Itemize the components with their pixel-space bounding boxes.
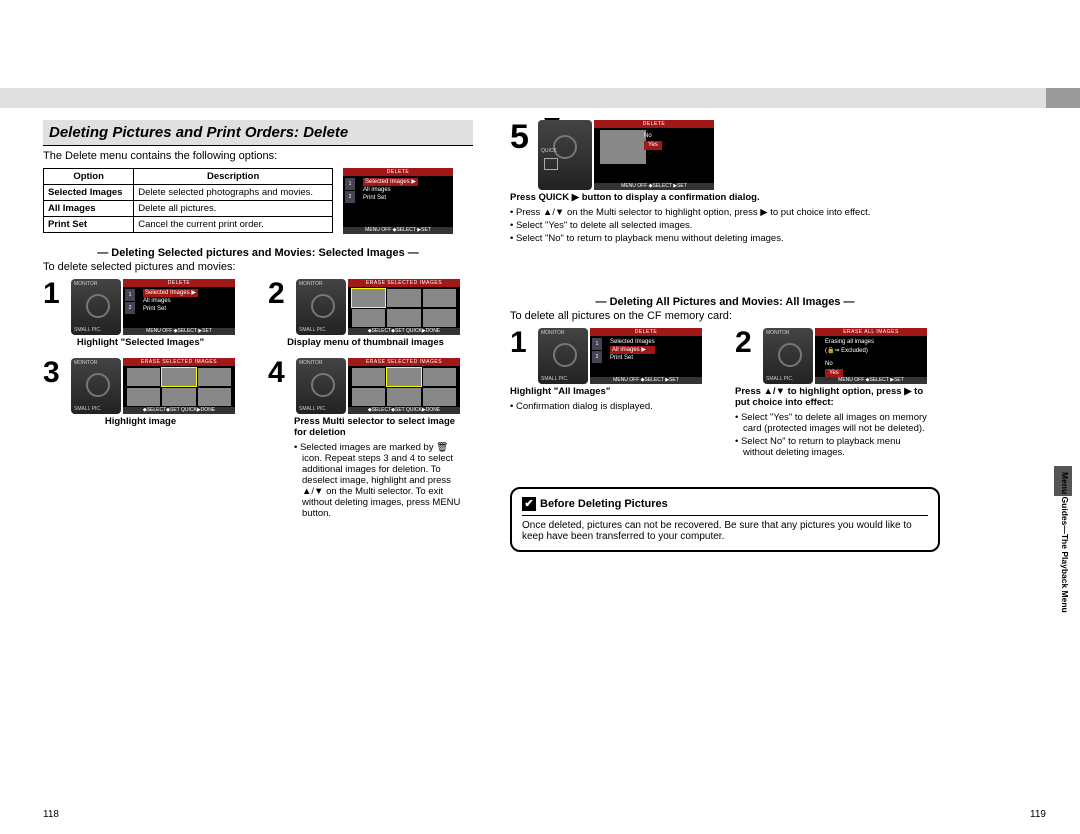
opt-print-desc: Cancel the current print order. (134, 217, 333, 233)
play-icon (544, 158, 558, 170)
all-step-num-2: 2 (735, 328, 759, 358)
menu-print: Print Set (363, 194, 418, 202)
info-title: Before Deleting Pictures (540, 498, 668, 510)
step-num-4: 4 (268, 358, 292, 388)
camera-back-icon: MONITORSMALL PIC. (71, 358, 121, 414)
opt-selected-desc: Delete selected photographs and movies. (134, 185, 333, 201)
info-body: Once deleted, pictures can not be recove… (522, 520, 928, 542)
col-option: Option (44, 169, 134, 185)
lcd-all1: DELETE 12 Selected Images All images ▶ P… (590, 328, 702, 384)
caption-5: Press QUICK ▶ button to display a confir… (510, 192, 940, 203)
menu-sel: Selected Images ▶ (363, 178, 418, 186)
all-note-2a: Select "Yes" to delete all images on mem… (735, 412, 930, 434)
camera-back-icon: MONITORSMALL PIC. (538, 328, 588, 384)
step-num-5: 5 (510, 120, 534, 154)
page-number-left: 118 (43, 809, 59, 820)
opt-all: All Images (44, 201, 134, 217)
lcd-step4: ERASE SELECTED IMAGES ◆SELECT◆SET QUICK▶… (348, 358, 460, 414)
all-intro: To delete all pictures on the CF memory … (510, 310, 940, 322)
check-icon: ✔ (522, 497, 536, 511)
header-bar-end (1046, 88, 1080, 108)
step-2: 2 MONITORSMALL PIC. ERASE SELECTED IMAGE… (268, 279, 463, 348)
camera-back-icon: MONITORSMALL PIC. (763, 328, 813, 384)
lcd-step2: ERASE SELECTED IMAGES ◆SELECT◆SET QUICK▶… (348, 279, 460, 335)
step-num-3: 3 (43, 358, 67, 388)
all-caption-1: Highlight "All Images" (510, 386, 705, 397)
caption-2: Display menu of thumbnail images (268, 337, 463, 348)
camera-back-icon: MONITORSMALL PIC. (296, 279, 346, 335)
lcd-step1: DELETE 12 Selected Images ▶ All images P… (123, 279, 235, 335)
lcd-step5: DELETE No Yes MENU OFF ◆SELECT ▶SET (594, 120, 714, 190)
step-4: 4 MONITORSMALL PIC. ERASE SELECTED IMAGE… (268, 358, 463, 531)
step5-note3: Select "No" to return to playback menu w… (510, 233, 940, 244)
step-3: 3 MONITORSMALL PIC. ERASE SELECTED IMAGE… (43, 358, 238, 531)
col-desc: Description (134, 169, 333, 185)
page-left: Deleting Pictures and Print Orders: Dele… (43, 120, 473, 531)
all-note-2b: Select No" to return to playback menu wi… (735, 436, 930, 458)
opt-all-desc: Delete all pictures. (134, 201, 333, 217)
lcd-all2: ERASE ALL IMAGES Erasing all images (🔒⇒ … (815, 328, 927, 384)
selected-intro: To delete selected pictures and movies: (43, 261, 473, 273)
all-note-1: Confirmation dialog is displayed. (510, 401, 705, 412)
camera-back-icon: MONITORSMALL PIC. (296, 358, 346, 414)
step-5: 5 QUICK DELETE No Yes MENU OFF ◆SELECT ▶… (510, 120, 940, 256)
caption-4: Press Multi selector to select image for… (268, 416, 463, 438)
step5-note2: Select "Yes" to delete all selected imag… (510, 220, 940, 231)
selected-header: — Deleting Selected pictures and Movies:… (43, 247, 473, 259)
steps-selected: 1 MONITORSMALL PIC. DELETE 12 Selected I… (43, 279, 473, 531)
lcd-intro: DELETE 12 Selected Images ▶ All images P… (343, 168, 453, 234)
opt-print: Print Set (44, 217, 134, 233)
caption-3: Highlight image (43, 416, 238, 427)
info-box: ✔ Before Deleting Pictures Once deleted,… (510, 487, 940, 552)
side-tab-text: Menu Guides—The Playback Menu (1060, 472, 1070, 613)
lcd-step3: ERASE SELECTED IMAGES ◆SELECT◆SET QUICK▶… (123, 358, 235, 414)
intro-text: The Delete menu contains the following o… (43, 150, 473, 162)
lcd-title: DELETE (343, 168, 453, 176)
all-caption-2: Press ▲/▼ to highlight option, press ▶ t… (735, 386, 930, 408)
options-table: Option Description Selected Images Delet… (43, 168, 333, 233)
header-bar (0, 88, 1046, 108)
camera-back-icon: MONITORSMALL PIC. (71, 279, 121, 335)
all-header: — Deleting All Pictures and Movies: All … (510, 296, 940, 308)
step-num-1: 1 (43, 279, 67, 309)
section-title: Deleting Pictures and Print Orders: Dele… (43, 120, 473, 146)
all-step-num-1: 1 (510, 328, 534, 358)
all-step-2: 2 MONITORSMALL PIC. ERASE ALL IMAGES Era… (735, 328, 930, 470)
step5-note1: Press ▲/▼ on the Multi selector to highl… (510, 207, 940, 218)
menu-all: All images (363, 186, 418, 194)
page-right: 5 QUICK DELETE No Yes MENU OFF ◆SELECT ▶… (510, 120, 940, 552)
all-step-1: 1 MONITORSMALL PIC. DELETE 12 Selected I… (510, 328, 705, 470)
camera-back-icon: QUICK (538, 120, 592, 190)
page-number-right: 119 (1030, 809, 1046, 820)
opt-selected: Selected Images (44, 185, 134, 201)
step4-note: Selected images are marked by 🗑 icon. Re… (294, 442, 463, 519)
caption-1: Highlight "Selected Images" (43, 337, 238, 348)
steps-all: 1 MONITORSMALL PIC. DELETE 12 Selected I… (510, 328, 940, 470)
step-num-2: 2 (268, 279, 292, 309)
step-1: 1 MONITORSMALL PIC. DELETE 12 Selected I… (43, 279, 238, 348)
